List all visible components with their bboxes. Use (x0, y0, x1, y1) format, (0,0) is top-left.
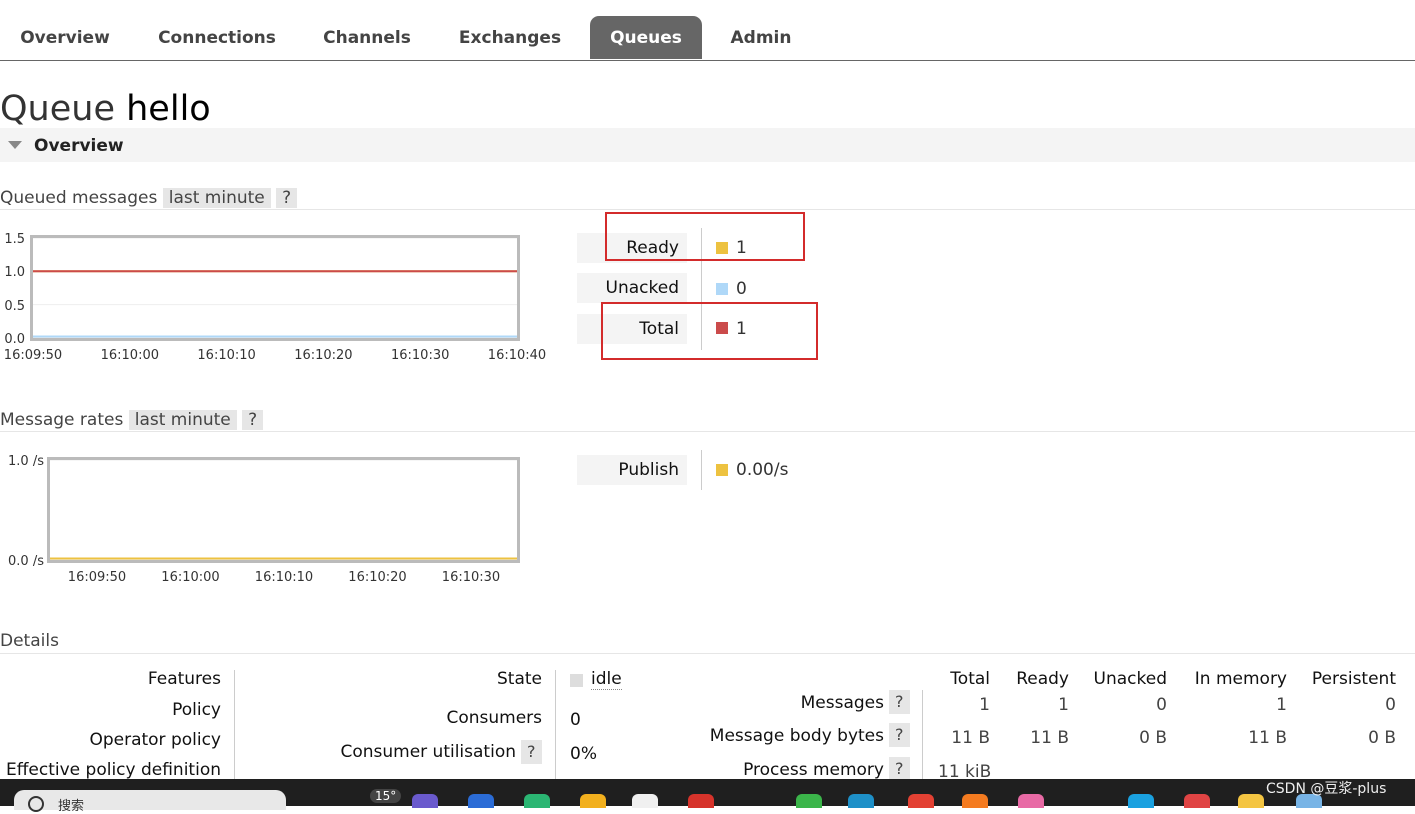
page-title: Queue hello (0, 88, 211, 130)
search-placeholder: 搜索 (58, 799, 85, 814)
help-button[interactable]: ? (521, 740, 542, 764)
tab-channels[interactable]: Channels (305, 16, 429, 59)
bytes-persistent: 0 B (1368, 728, 1396, 748)
y-tick-label: 1.0 (4, 265, 25, 281)
col-ready: Ready (1016, 669, 1069, 689)
messages-total: 1 (979, 695, 990, 715)
tab-connections[interactable]: Connections (142, 16, 292, 59)
row-messages-label: Messages (800, 693, 884, 713)
consumer-utilisation-value: 0% (570, 744, 597, 764)
legend-publish-value: 0.00/s (736, 460, 789, 480)
tab-exchanges[interactable]: Exchanges (443, 16, 577, 59)
legend-publish-label: Publish (577, 455, 687, 485)
y-tick-label: 0.0 /s (8, 554, 44, 569)
queued-messages-chart (30, 235, 520, 341)
y-tick-label: 0.0 (4, 332, 25, 347)
consumers-label: Consumers (446, 708, 542, 728)
tab-queues[interactable]: Queues (590, 16, 702, 59)
y-tick-label: 1.0 /s (8, 454, 44, 469)
state-indicator-icon (570, 674, 583, 687)
message-rates-label: Message rates (0, 410, 124, 430)
tab-admin[interactable]: Admin (716, 16, 806, 59)
publish-swatch-icon (716, 464, 728, 476)
messages-in-memory: 1 (1276, 695, 1287, 715)
x-tick-label: 16:10:30 (441, 570, 501, 585)
policy-label: Policy (172, 700, 221, 720)
range-selector[interactable]: last minute (128, 410, 237, 430)
x-tick-label: 16:10:40 (487, 348, 547, 363)
messages-unacked: 0 (1156, 695, 1167, 715)
consumers-value: 0 (570, 710, 581, 730)
details-divider (234, 670, 235, 780)
help-button[interactable]: ? (889, 723, 910, 747)
state-value: idle (591, 669, 622, 690)
legend-divider (701, 450, 702, 490)
tab-overview[interactable]: Overview (2, 16, 128, 59)
x-tick-label: 16:09:50 (3, 348, 63, 363)
queued-messages-svg (33, 238, 517, 338)
divider (0, 209, 1415, 210)
help-button[interactable]: ? (276, 188, 298, 208)
x-tick-label: 16:09:50 (67, 570, 127, 585)
help-button[interactable]: ? (242, 410, 264, 430)
bytes-total: 11 B (951, 728, 990, 748)
y-tick-label: 0.5 (4, 298, 25, 314)
collapse-caret-icon[interactable] (8, 141, 22, 149)
legend-unacked-label: Unacked (577, 273, 687, 303)
x-tick-label: 16:10:00 (161, 570, 220, 585)
top-nav: Overview Connections Channels Exchanges … (0, 0, 1415, 61)
row-body-bytes-label: Message body bytes (709, 726, 884, 746)
help-button[interactable]: ? (889, 690, 910, 714)
queued-messages-label: Queued messages (0, 188, 158, 208)
overview-section-label[interactable]: Overview (34, 134, 124, 158)
operator-policy-label: Operator policy (89, 730, 221, 750)
legend-unacked-value: 0 (736, 279, 747, 299)
messages-ready: 1 (1058, 695, 1069, 715)
highlight-box-total (601, 302, 818, 360)
col-persistent: Persistent (1311, 669, 1396, 689)
divider (0, 431, 1415, 432)
col-in-memory: In memory (1194, 669, 1287, 689)
bytes-in-memory: 11 B (1248, 728, 1287, 748)
queued-messages-title: Queued messages last minute ? (0, 186, 298, 210)
range-selector[interactable]: last minute (162, 188, 271, 208)
search-icon (28, 796, 44, 812)
bytes-ready: 11 B (1030, 728, 1069, 748)
highlight-box-ready (605, 212, 805, 261)
csdn-watermark: CSDN @豆浆-plus (1266, 781, 1387, 797)
details-title: Details (0, 631, 59, 651)
divider (0, 653, 1415, 654)
x-tick-label: 16:10:10 (197, 348, 256, 363)
unacked-swatch-icon (716, 283, 728, 295)
col-total: Total (950, 669, 990, 689)
message-rates-title: Message rates last minute ? (0, 408, 264, 432)
message-rates-svg (50, 460, 517, 560)
col-unacked: Unacked (1093, 669, 1167, 689)
details-divider (555, 670, 556, 780)
message-rates-chart (47, 457, 520, 563)
messages-persistent: 0 (1385, 695, 1396, 715)
consumer-utilisation-label: Consumer utilisation (340, 742, 516, 762)
title-prefix: Queue (0, 89, 115, 129)
overview-section-header[interactable] (0, 128, 1415, 162)
x-tick-label: 16:10:10 (254, 570, 314, 585)
features-label: Features (147, 669, 221, 689)
queue-name: hello (126, 89, 211, 129)
x-tick-label: 16:10:20 (294, 348, 353, 363)
y-tick-label: 1.5 (4, 232, 25, 247)
x-tick-label: 16:10:20 (348, 570, 407, 585)
x-tick-label: 16:10:00 (100, 348, 159, 363)
x-tick-label: 16:10:30 (390, 348, 450, 363)
bytes-unacked: 0 B (1139, 728, 1167, 748)
help-button[interactable]: ? (889, 757, 910, 781)
taskbar-search-box[interactable]: 搜索 (14, 790, 286, 814)
table-divider (922, 690, 923, 780)
weather-badge: 15° (370, 789, 402, 803)
state-label: State (497, 669, 542, 689)
